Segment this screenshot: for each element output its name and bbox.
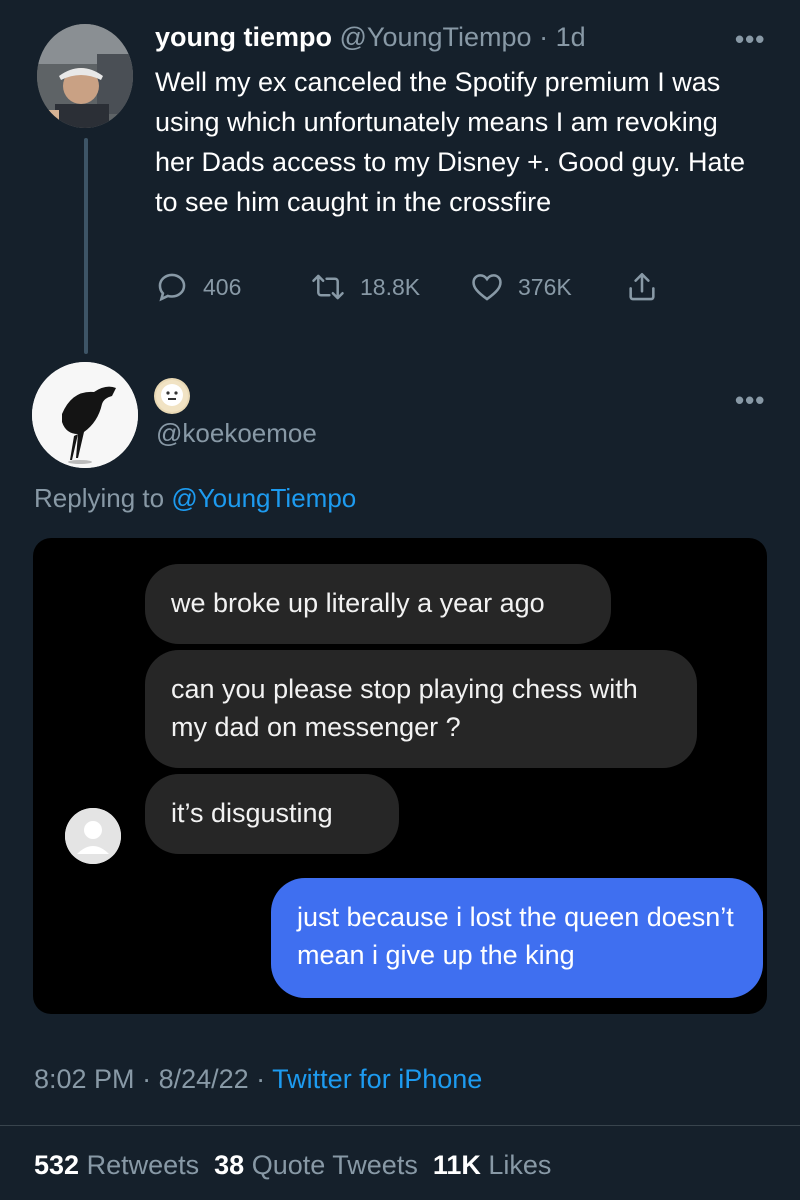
author-avatar[interactable]: [37, 24, 133, 128]
engagement-stats: 532 Retweets 38 Quote Tweets 11K Likes: [34, 1150, 551, 1181]
retweet-button[interactable]: 18.8K: [310, 270, 420, 304]
sender-avatar-icon: [65, 808, 121, 864]
tweet-action-bar: 406 18.8K 376K: [155, 270, 675, 314]
share-icon: [629, 272, 655, 301]
retweets-count: 532: [34, 1150, 80, 1180]
name-emoji-icon: [154, 378, 190, 414]
replying-to-label: Replying to: [34, 483, 165, 513]
quote-tweets-stat[interactable]: 38 Quote Tweets: [214, 1150, 418, 1180]
thread-connector-line: [84, 138, 88, 354]
chat-bubble-received: it’s disgusting: [145, 774, 399, 854]
tweet-text: Well my ex canceled the Spotify premium …: [155, 67, 746, 217]
tweet-source[interactable]: Twitter for iPhone: [272, 1064, 482, 1094]
chat-bubble-received: we broke up literally a year ago: [145, 564, 611, 644]
share-button[interactable]: [625, 270, 659, 304]
tweet-header: young tiempo @YoungTiempo · 1d: [155, 22, 586, 53]
retweets-stat[interactable]: 532 Retweets: [34, 1150, 199, 1180]
more-options-icon[interactable]: •••: [735, 24, 765, 55]
quote-tweets-label: Quote Tweets: [251, 1150, 418, 1180]
quote-tweets-count: 38: [214, 1150, 245, 1180]
author-handle[interactable]: @YoungTiempo: [340, 22, 532, 52]
attached-image[interactable]: we broke up literally a year ago can you…: [33, 538, 767, 1014]
reply-more-options-icon[interactable]: •••: [735, 385, 765, 416]
retweet-icon: [312, 274, 344, 300]
replying-to-handle[interactable]: @YoungTiempo: [171, 483, 356, 513]
header-separator: ·: [531, 22, 556, 52]
likes-stat[interactable]: 11K Likes: [433, 1150, 552, 1180]
reply-button[interactable]: 406: [155, 270, 241, 304]
replying-to-line: Replying to @YoungTiempo: [34, 483, 356, 514]
tweet-date[interactable]: 8/24/22: [159, 1064, 249, 1094]
reply-icon: [158, 273, 186, 302]
meta-separator: ·: [248, 1064, 273, 1094]
chat-bubble-sent: just because i lost the queen doesn’t me…: [271, 878, 763, 998]
divider: [0, 1125, 800, 1126]
heart-icon: [472, 274, 502, 301]
retweets-label: Retweets: [86, 1150, 200, 1180]
likes-label: Likes: [488, 1150, 552, 1180]
reply-count: 406: [203, 273, 242, 300]
like-button[interactable]: 376K: [470, 270, 572, 304]
reply-author-avatar[interactable]: [32, 362, 138, 468]
tweet-metadata: 8:02 PM · 8/24/22 · Twitter for iPhone: [34, 1064, 482, 1095]
likes-count: 11K: [432, 1150, 481, 1180]
tweet-time-ago[interactable]: 1d: [556, 22, 586, 52]
author-name[interactable]: young tiempo: [155, 22, 332, 52]
tweet-time[interactable]: 8:02 PM: [34, 1064, 135, 1094]
chat-bubble-received: can you please stop playing chess with m…: [145, 650, 697, 768]
meta-separator: ·: [134, 1064, 159, 1094]
retweet-count: 18.8K: [360, 273, 421, 300]
reply-author-handle[interactable]: @koekoemoe: [156, 418, 317, 449]
like-count: 376K: [518, 273, 572, 300]
